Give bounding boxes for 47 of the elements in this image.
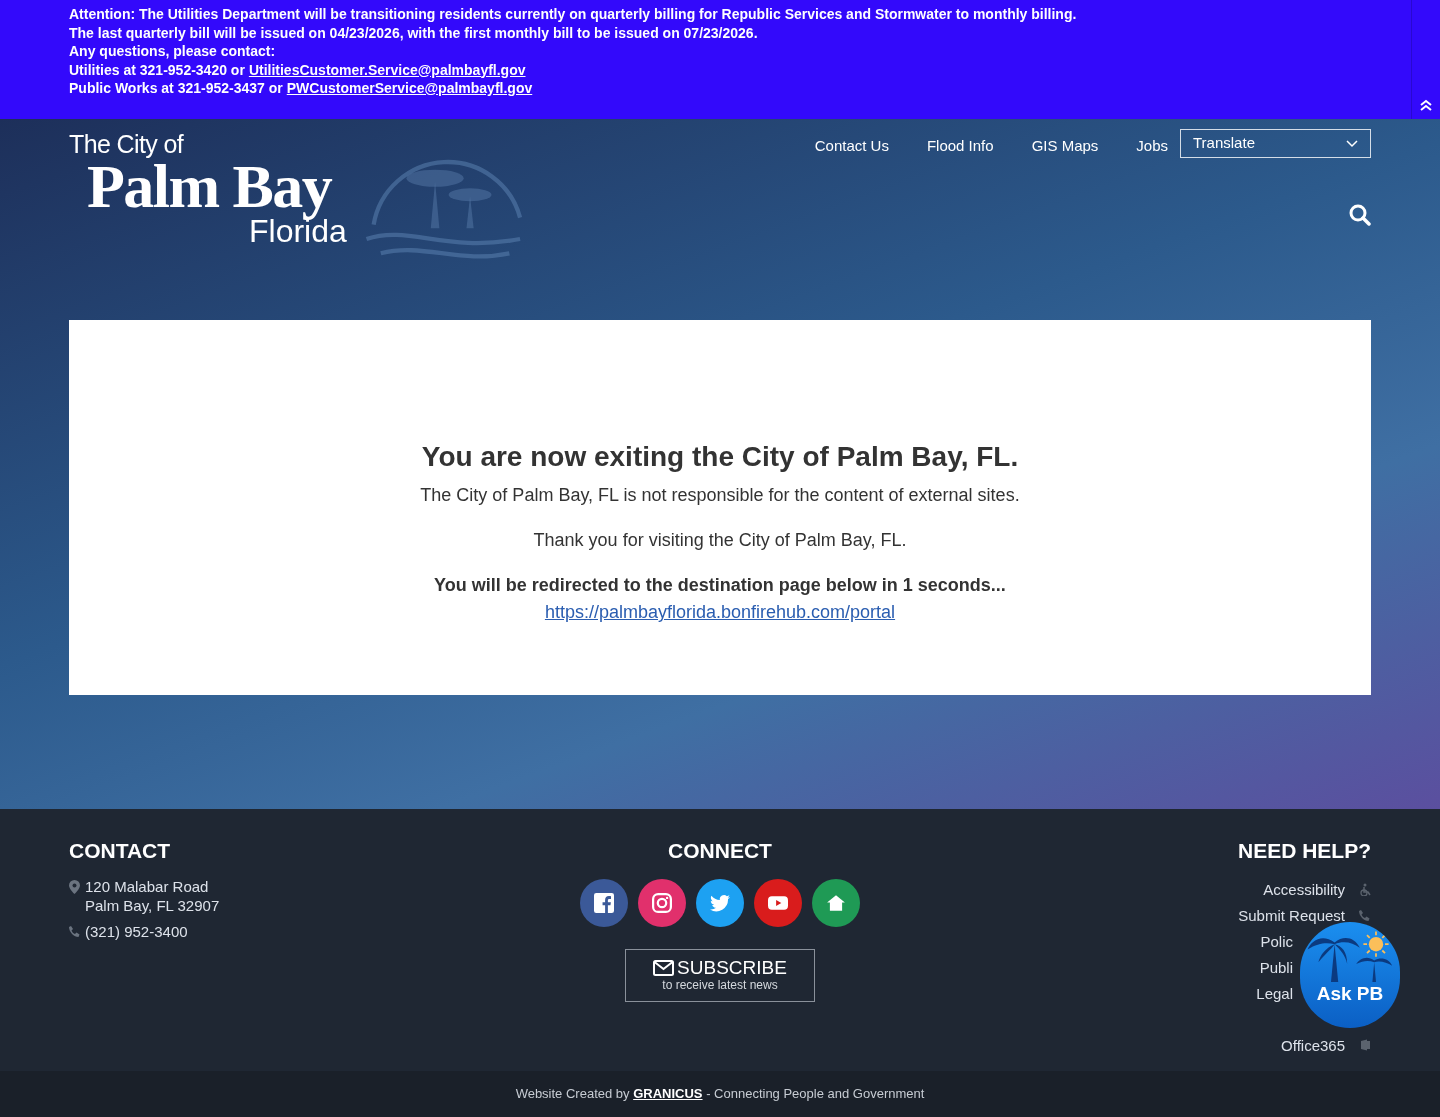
facebook-icon xyxy=(594,892,614,913)
social-button[interactable] xyxy=(754,878,802,927)
nav-link[interactable]: Jobs xyxy=(1136,129,1168,158)
alert-text: Any questions, please contact: xyxy=(69,42,276,61)
section-heading: CONTACT xyxy=(69,838,172,864)
search-icon[interactable] xyxy=(1349,204,1371,226)
alert-text: Attention: The Utilities Department will be transitioning residents currently on quarterly billing for Republic Services and Stormwater to monthly billing. xyxy=(69,5,1077,24)
nav-link[interactable]: Contact Us xyxy=(814,129,889,158)
help-link[interactable]: Legal xyxy=(1256,980,1293,1007)
translate-dropdown[interactable]: Translate xyxy=(1180,129,1371,158)
logo-text[interactable]: The City of xyxy=(69,129,529,159)
notice-heading: You are now exiting the City of Palm Bay, FL. xyxy=(421,440,1019,474)
collapse-icon[interactable] xyxy=(1420,99,1432,111)
phone-icon xyxy=(69,925,80,938)
section-heading: CONNECT xyxy=(668,838,772,864)
nav-link[interactable]: GIS Maps xyxy=(1031,129,1099,158)
envelope-icon xyxy=(653,960,675,976)
notice-text: Thank you for visiting the City of Palm Bay, FL. xyxy=(533,529,907,552)
alert-text: The last quarterly bill will be issued on 04/23/2026, with the first monthly bill to be issued on 07/23/2026. xyxy=(69,23,758,42)
bird-icon xyxy=(710,892,730,913)
credit-text: Website Created by GRANICUS - Connecting People and Government xyxy=(515,1085,925,1104)
help-link[interactable]: Accessibility xyxy=(1263,876,1345,903)
social-button[interactable] xyxy=(638,878,686,927)
address-text: 120 Malabar Road Palm Bay, FL 32907 xyxy=(85,876,220,915)
help-link[interactable]: Office365 xyxy=(1281,1032,1345,1059)
social-button[interactable] xyxy=(696,878,744,927)
email-link[interactable]: UtilitiesCustomer.Service@palmbayfl.gov xyxy=(248,60,526,79)
subscribe-button[interactable]: SUBSCRIBE to receive latest news xyxy=(625,948,815,1002)
social-button[interactable] xyxy=(812,878,860,927)
help-link[interactable]: Publi xyxy=(1259,954,1293,981)
instagram-icon xyxy=(652,892,672,913)
destination-link[interactable]: https://palmbayflorida.bonfirehub.com/portal xyxy=(544,599,896,626)
granicus-link[interactable]: GRANICUS xyxy=(633,1086,703,1102)
phone-icon xyxy=(1359,909,1371,922)
alert-text: Public Works at 321-952-3437 or xyxy=(69,79,283,98)
help-link[interactable]: Polic xyxy=(1260,928,1293,955)
nav-link[interactable]: Flood Info xyxy=(926,129,994,158)
social-button[interactable] xyxy=(580,878,628,927)
chevron-down-icon xyxy=(1346,139,1358,148)
section-heading: NEED HELP? xyxy=(1238,838,1371,864)
redirect-text: You will be redirected to the destination page below in 1 seconds... xyxy=(434,574,1006,597)
map-pin-icon xyxy=(69,879,80,894)
notice-text: The City of Palm Bay, FL is not responsible for the content of external sites. xyxy=(420,484,1020,507)
wheelchair-icon xyxy=(1359,883,1371,896)
alert-text: Utilities at 321-952-3420 or xyxy=(69,60,245,79)
email-link[interactable]: PWCustomerService@palmbayfl.gov xyxy=(286,79,533,98)
phone-number: (321) 952-3400 xyxy=(85,921,188,942)
